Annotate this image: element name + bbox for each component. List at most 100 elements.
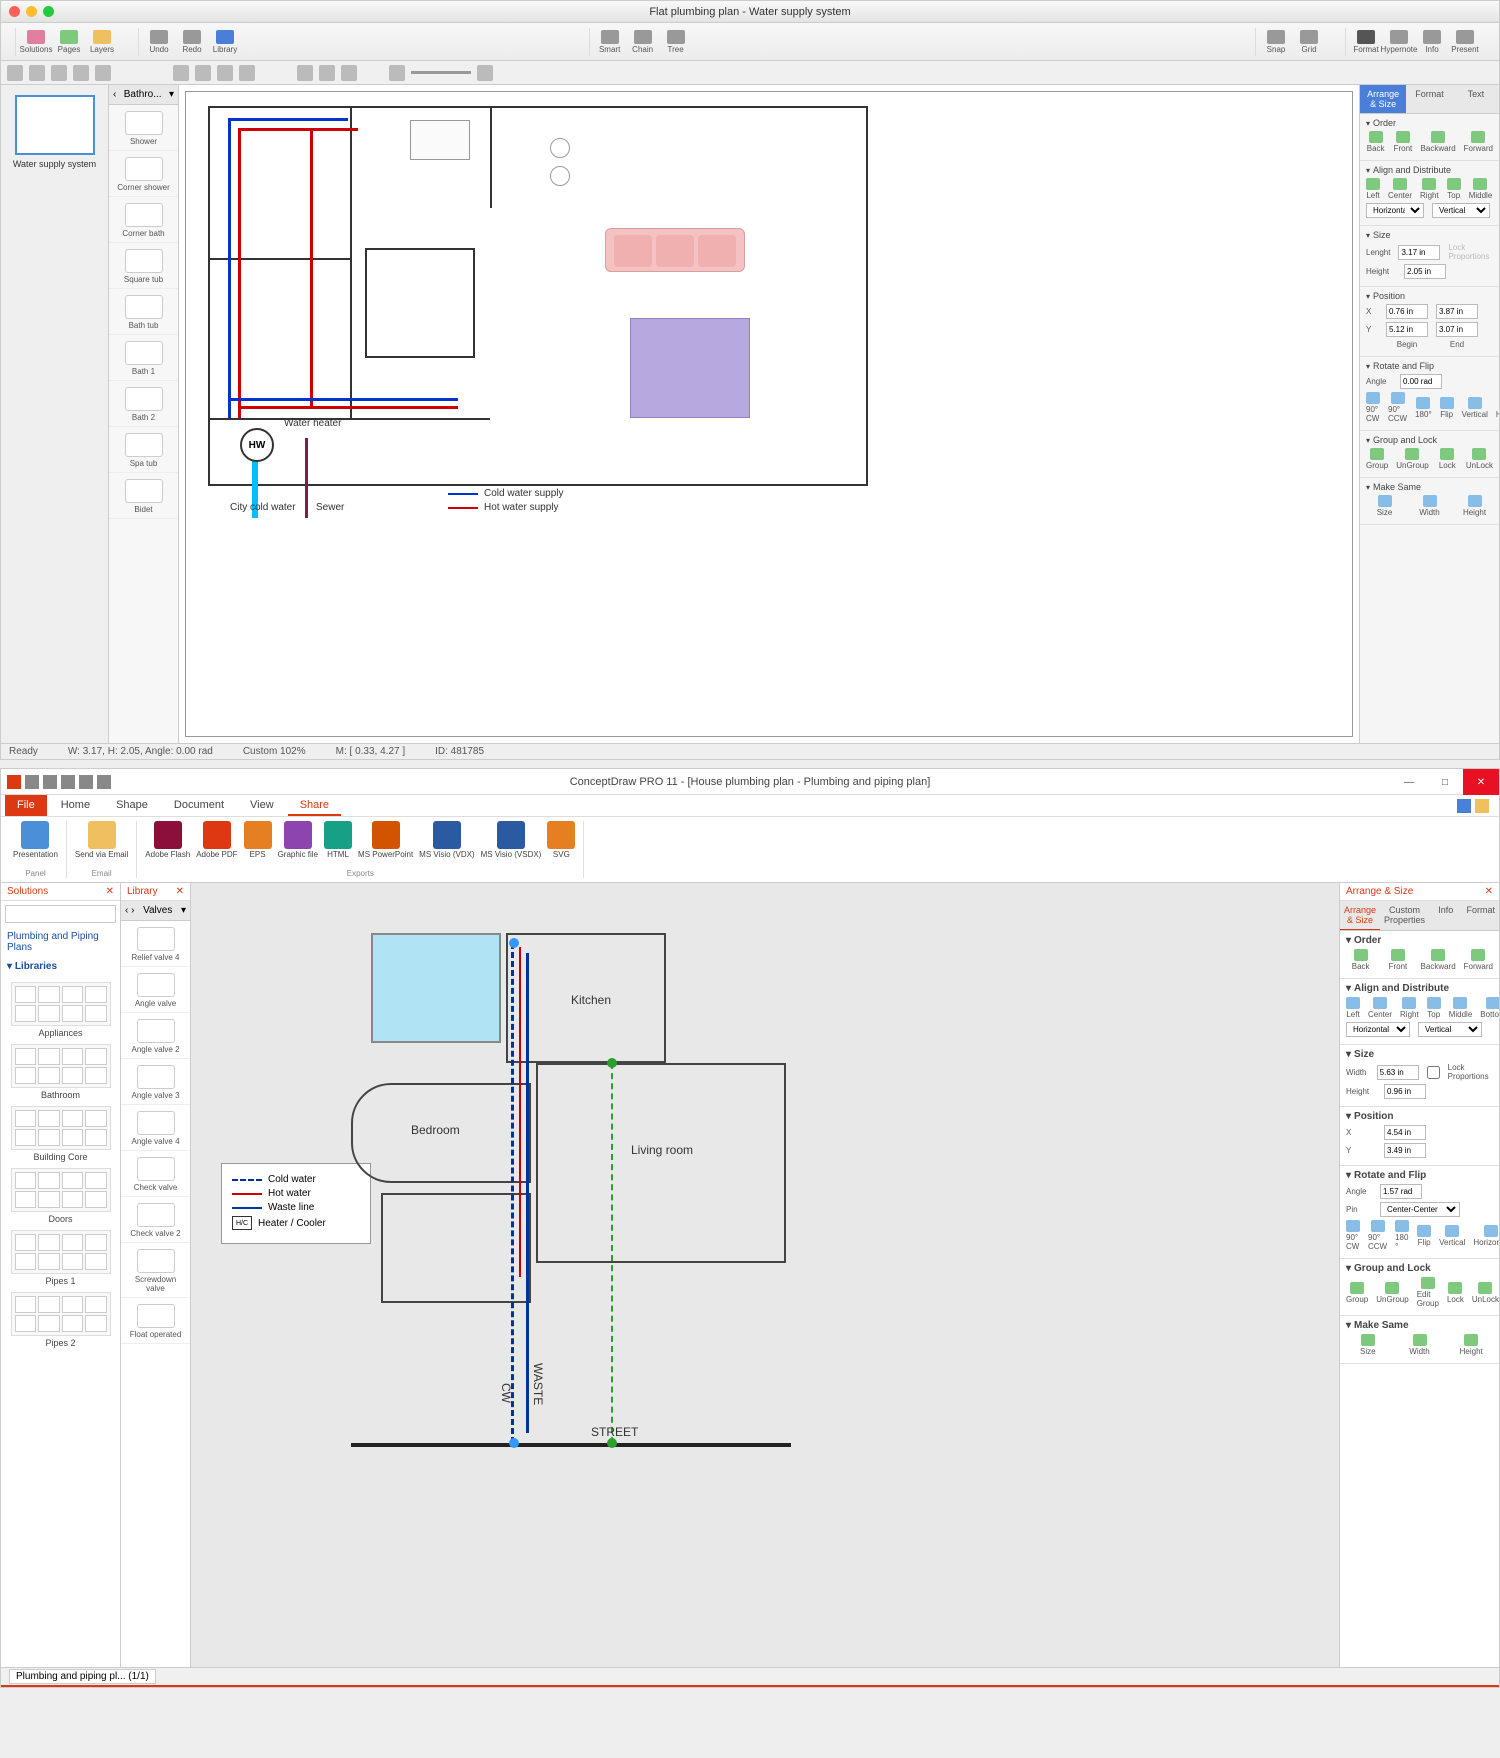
- undo-icon[interactable]: [43, 775, 57, 789]
- library-item[interactable]: Relief valve 4: [121, 921, 190, 967]
- dist-vert-select[interactable]: Vertical: [1418, 1022, 1482, 1037]
- library-dropdown[interactable]: ‹ ›Valves▾: [121, 901, 190, 921]
- order-header[interactable]: ▾ Order: [1346, 935, 1493, 946]
- editgroup-button[interactable]: Edit Group: [1417, 1277, 1439, 1308]
- print-icon[interactable]: [97, 775, 111, 789]
- format-button[interactable]: Format: [1350, 28, 1382, 56]
- sofa-shape[interactable]: [605, 228, 745, 272]
- library-category[interactable]: Bathroom: [5, 1044, 116, 1100]
- makesame-header[interactable]: ▾ Make Same: [1346, 1320, 1493, 1331]
- same-size-button[interactable]: Size: [1366, 495, 1403, 517]
- canvas[interactable]: Cold water Hot water Waste line H/CHeate…: [191, 883, 1339, 1667]
- order-header[interactable]: Order: [1366, 118, 1493, 128]
- pdf-button[interactable]: Adobe PDF: [196, 821, 237, 860]
- size-header[interactable]: Size: [1366, 230, 1493, 240]
- group-button[interactable]: Group: [1346, 1282, 1368, 1304]
- dist-vert-select[interactable]: Vertical: [1432, 203, 1490, 218]
- save-icon[interactable]: [25, 775, 39, 789]
- library-category[interactable]: Pipes 2: [5, 1292, 116, 1348]
- gfile-button[interactable]: Graphic file: [278, 821, 318, 860]
- solutions-button[interactable]: Solutions: [20, 28, 52, 56]
- zoom-icon[interactable]: [43, 6, 54, 17]
- library-button[interactable]: Library: [209, 28, 241, 56]
- tab-home[interactable]: Home: [49, 795, 102, 816]
- eps-button[interactable]: EPS: [244, 821, 272, 860]
- chair-shape[interactable]: [550, 166, 570, 186]
- zoom-tool-icon[interactable]: [319, 65, 335, 81]
- app-icon[interactable]: [7, 775, 21, 789]
- rotate-ccw-button[interactable]: 90° CCW: [1368, 1220, 1387, 1251]
- shapes-header[interactable]: ‹ Bathro... ▾: [109, 85, 178, 105]
- front-button[interactable]: Front: [1383, 949, 1412, 971]
- search-input[interactable]: [5, 905, 116, 923]
- ellipse-tool-icon[interactable]: [195, 65, 211, 81]
- text-tool-icon[interactable]: [51, 65, 67, 81]
- bathroom-room[interactable]: [381, 1193, 531, 1303]
- hypernote-button[interactable]: Hypernote: [1383, 28, 1415, 56]
- close-button[interactable]: ✕: [1463, 769, 1499, 795]
- y-begin-input[interactable]: [1386, 322, 1428, 337]
- pool-shape[interactable]: [371, 933, 501, 1043]
- align-right-button[interactable]: Right: [1420, 178, 1439, 200]
- vsdx-button[interactable]: MS Visio (VSDX): [481, 821, 542, 860]
- hand-tool-icon[interactable]: [297, 65, 313, 81]
- undo-button[interactable]: Undo: [143, 28, 175, 56]
- align-header[interactable]: Align and Distribute: [1366, 165, 1493, 175]
- backward-button[interactable]: Backward: [1421, 131, 1456, 153]
- tab-text[interactable]: Text: [1453, 85, 1499, 113]
- waste-pipe[interactable]: [526, 953, 529, 1433]
- flip-vert-button[interactable]: Vertical: [1462, 397, 1488, 419]
- backward-button[interactable]: Backward: [1421, 949, 1456, 971]
- vdx-button[interactable]: MS Visio (VDX): [419, 821, 474, 860]
- shape-item[interactable]: Bidet: [109, 473, 178, 519]
- back-button[interactable]: Back: [1346, 949, 1375, 971]
- forward-button[interactable]: Forward: [1464, 949, 1493, 971]
- redo-button[interactable]: Redo: [176, 28, 208, 56]
- tab-share[interactable]: Share: [288, 795, 341, 816]
- same-height-button[interactable]: Height: [1456, 495, 1493, 517]
- ungroup-button[interactable]: UnGroup: [1396, 448, 1428, 470]
- position-header[interactable]: Position: [1366, 291, 1493, 301]
- panel-close-icon[interactable]: ✕: [1485, 886, 1493, 897]
- pin-select[interactable]: Center-Center: [1380, 1202, 1460, 1217]
- front-button[interactable]: Front: [1393, 131, 1412, 153]
- maximize-button[interactable]: □: [1427, 769, 1463, 795]
- height-input[interactable]: [1384, 1084, 1426, 1099]
- chair-shape[interactable]: [550, 138, 570, 158]
- lock-button[interactable]: Lock: [1447, 1282, 1464, 1304]
- shape-item[interactable]: Shower: [109, 105, 178, 151]
- tab-custom[interactable]: Custom Properties: [1380, 901, 1429, 930]
- width-input[interactable]: [1377, 1065, 1419, 1080]
- living-room[interactable]: [536, 1063, 786, 1263]
- x-begin-input[interactable]: [1386, 304, 1428, 319]
- settings-icon[interactable]: [1475, 799, 1489, 813]
- pointer-tool-icon[interactable]: [7, 65, 23, 81]
- library-item[interactable]: Angle valve: [121, 967, 190, 1013]
- stove-shape[interactable]: [410, 120, 470, 160]
- rotate-header[interactable]: Rotate and Flip: [1366, 361, 1493, 371]
- rotate-ccw-button[interactable]: 90° CCW: [1388, 392, 1407, 423]
- minimize-icon[interactable]: [26, 6, 37, 17]
- select-tool-icon[interactable]: [29, 65, 45, 81]
- minimize-button[interactable]: —: [1391, 769, 1427, 795]
- dist-horiz-select[interactable]: Horizontal: [1346, 1022, 1410, 1037]
- align-left-button[interactable]: Left: [1346, 997, 1360, 1019]
- x-input[interactable]: [1384, 1125, 1426, 1140]
- tree-button[interactable]: Tree: [660, 28, 692, 56]
- dist-horiz-select[interactable]: Horizontal: [1366, 203, 1424, 218]
- align-top-button[interactable]: Top: [1447, 178, 1461, 200]
- library-item[interactable]: Float operated: [121, 1298, 190, 1344]
- plan-tree-item[interactable]: Plumbing and Piping Plans: [1, 927, 120, 957]
- rotate-header[interactable]: ▾ Rotate and Flip: [1346, 1170, 1493, 1181]
- angle-input[interactable]: [1380, 1184, 1422, 1199]
- close-icon[interactable]: [9, 6, 20, 17]
- tab-format[interactable]: Format: [1462, 901, 1499, 930]
- street-line[interactable]: [351, 1443, 791, 1447]
- rotate-cw-button[interactable]: 90° CW: [1346, 1220, 1360, 1251]
- sendemail-button[interactable]: Send via Email: [75, 821, 128, 860]
- tab-view[interactable]: View: [238, 795, 286, 816]
- align-middle-button[interactable]: Middle: [1469, 178, 1493, 200]
- same-size-button[interactable]: Size: [1346, 1334, 1390, 1356]
- arc-tool-icon[interactable]: [239, 65, 255, 81]
- flip-vert-button[interactable]: Vertical: [1439, 1225, 1465, 1247]
